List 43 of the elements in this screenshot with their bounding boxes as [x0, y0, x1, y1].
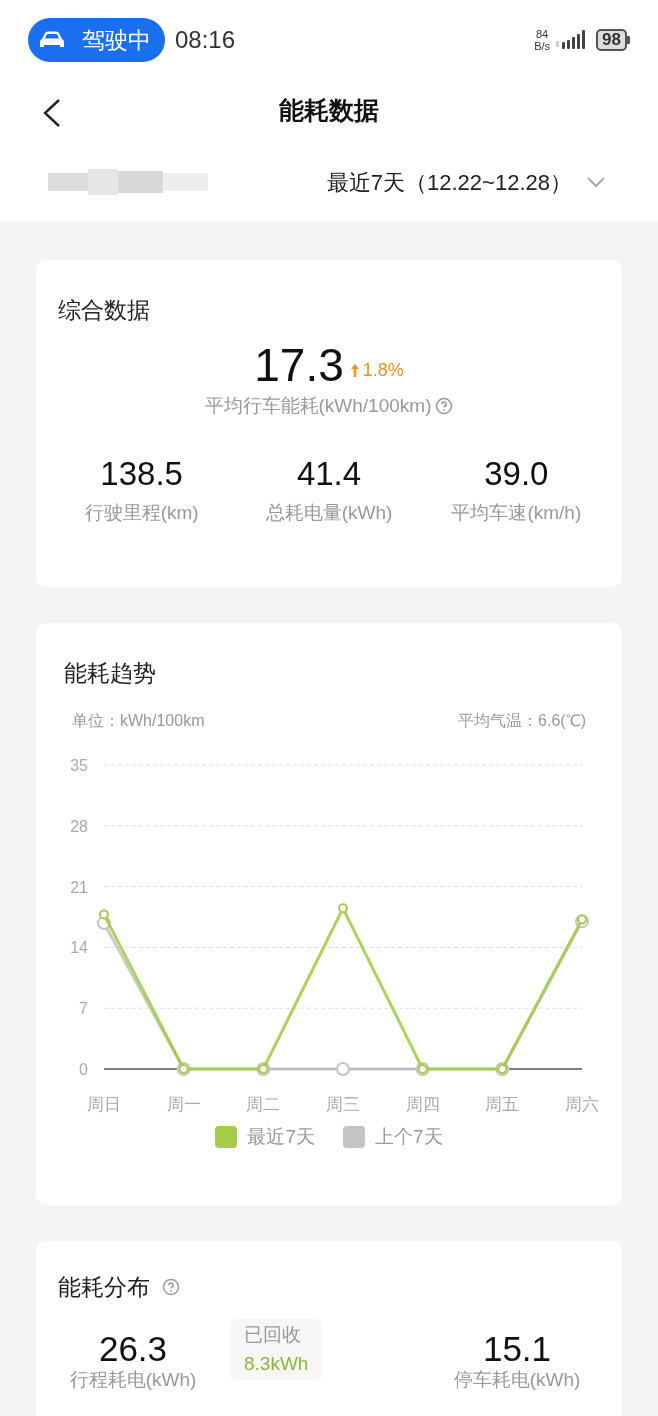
network-speed: 84 — [536, 28, 549, 40]
change-percent: 1.8% — [362, 359, 404, 382]
stat-value: 39.0 — [484, 454, 549, 493]
network-unit: B/s — [534, 40, 551, 52]
x-tick-label: 周五 — [485, 1095, 520, 1114]
recovered-label: 已回收 — [244, 1323, 302, 1347]
parked-consumption-label: 停车耗电(kWh) — [453, 1369, 581, 1391]
trip-consumption-value: 26.3 — [98, 1329, 168, 1369]
card-title: 能耗趋势 — [63, 659, 157, 688]
card-title: 能耗分布 — [58, 1273, 150, 1302]
stat-label: 总耗电量(kWh) — [265, 500, 393, 525]
stat-value: 41.4 — [296, 454, 362, 493]
recovered-value: 8.3kWh — [244, 1351, 309, 1376]
battery-level: 98 — [596, 29, 627, 51]
x-tick-label: 周三 — [326, 1095, 360, 1114]
clock-time: 08:16 — [175, 25, 236, 55]
stat-value: 138.5 — [100, 454, 183, 493]
y-tick-label: 28 — [70, 817, 88, 835]
y-tick-label: 0 — [79, 1061, 88, 1078]
stat-label: 行驶里程(km) — [84, 500, 199, 525]
unit-label: 单位：kWh/100km — [72, 711, 205, 731]
y-tick-label: 35 — [70, 757, 88, 774]
page-title: 能耗数据 — [279, 95, 379, 127]
legend-label: 最近7天 — [247, 1125, 315, 1149]
x-tick-label: 周四 — [405, 1095, 440, 1114]
card-title: 综合数据 — [58, 296, 151, 325]
y-tick-label: 14 — [70, 939, 88, 957]
y-tick-label: 21 — [70, 878, 88, 896]
average-consumption-value: 17.3 — [254, 342, 344, 388]
driving-badge[interactable]: 驾驶中 — [28, 18, 165, 62]
x-tick-label: 周二 — [246, 1095, 281, 1114]
stat-label: 平均车速(km/h) — [451, 500, 582, 525]
driving-label: 驾驶中 — [82, 25, 151, 55]
x-tick-label: 周一 — [166, 1095, 201, 1114]
period-dropdown[interactable]: 最近7天（12.22~12.28） — [326, 165, 606, 199]
parked-consumption-value: 15.1 — [482, 1329, 552, 1369]
legend-label: 上个7天 — [375, 1125, 443, 1149]
y-tick-label: 7 — [79, 1000, 88, 1018]
average-consumption-label: 平均行车能耗(kWh/100km) — [204, 394, 432, 418]
temperature-label: 平均气温：6.6(℃) — [458, 711, 586, 731]
trip-consumption-label: 行程耗电(kWh) — [69, 1369, 197, 1391]
x-tick-label: 周六 — [565, 1095, 599, 1114]
x-tick-label: 周日 — [87, 1095, 121, 1114]
